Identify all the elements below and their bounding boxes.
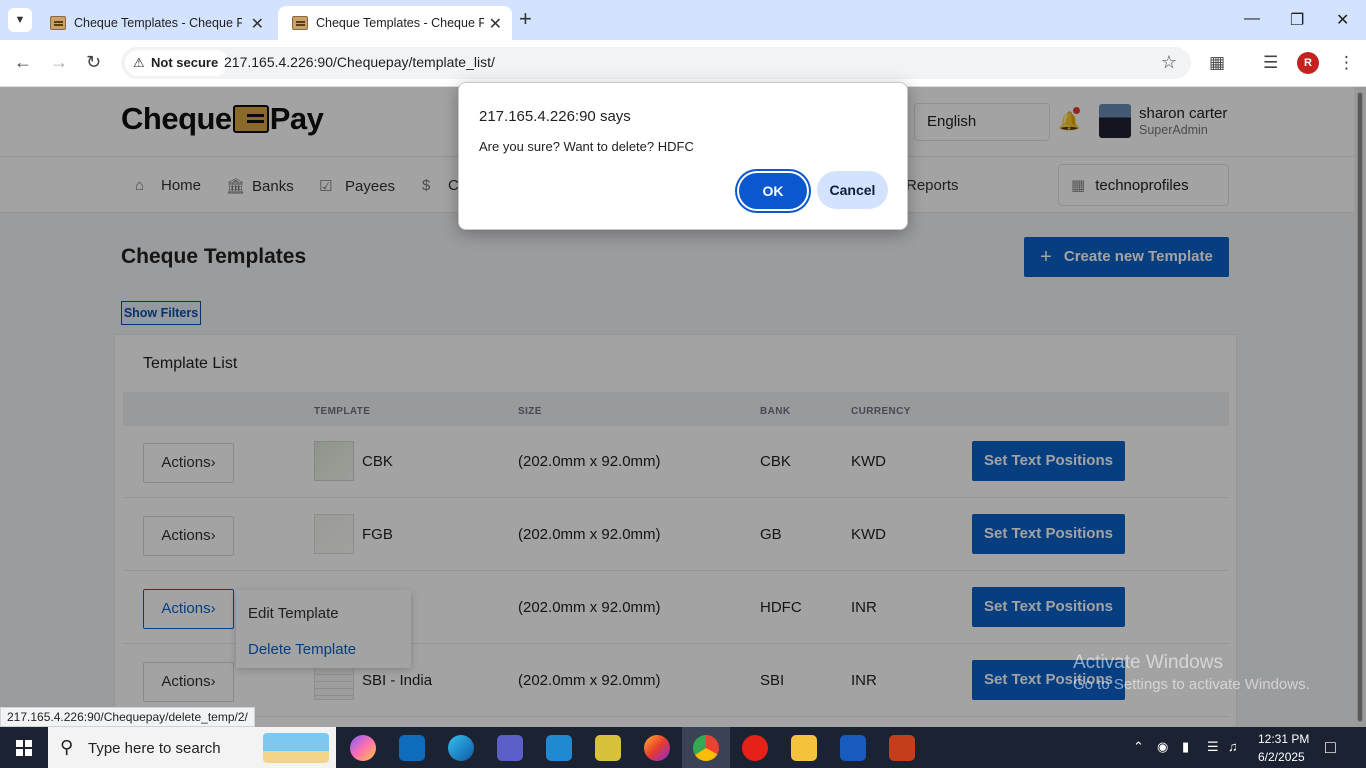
volume-icon[interactable]: ♫ bbox=[1228, 739, 1238, 754]
cancel-button[interactable]: Cancel bbox=[817, 171, 888, 209]
chrome-icon[interactable] bbox=[693, 735, 719, 761]
dialog-title: 217.165.4.226:90 says bbox=[479, 108, 631, 125]
search-highlight-image bbox=[263, 733, 329, 763]
site-security-chip[interactable]: ⚠ Not secure bbox=[125, 50, 229, 76]
new-tab-icon[interactable]: + bbox=[519, 8, 532, 30]
taskbar-time[interactable]: 12:31 PM bbox=[1258, 732, 1309, 746]
app-icon[interactable] bbox=[595, 735, 621, 761]
tab-search-button[interactable]: ▼ bbox=[8, 8, 32, 32]
windows-start-icon[interactable] bbox=[16, 740, 32, 756]
close-icon[interactable]: ✕ bbox=[251, 14, 264, 34]
tab-title: Cheque Templates - Cheque Pa bbox=[316, 16, 484, 30]
tab-title: Cheque Templates - Cheque Pa bbox=[74, 16, 242, 30]
taskbar-date[interactable]: 6/2/2025 bbox=[1258, 750, 1305, 764]
teams-icon[interactable] bbox=[497, 735, 523, 761]
firefox-icon[interactable] bbox=[644, 735, 670, 761]
minimize-icon[interactable]: — bbox=[1244, 10, 1260, 28]
window-close-icon[interactable]: ✕ bbox=[1336, 10, 1349, 30]
ok-button[interactable]: OK bbox=[737, 171, 809, 211]
address-bar[interactable]: ⚠ Not secure 217.165.4.226:90/Chequepay/… bbox=[121, 47, 1191, 79]
copilot-icon[interactable] bbox=[350, 735, 376, 761]
extensions-puzzle-icon[interactable]: ▦ bbox=[1209, 53, 1225, 73]
dialog-message: Are you sure? Want to delete? HDFC bbox=[479, 139, 694, 154]
warning-triangle-icon: ⚠ bbox=[133, 55, 145, 70]
word-icon[interactable] bbox=[840, 735, 866, 761]
media-control-icon[interactable]: ☰ bbox=[1263, 53, 1278, 73]
back-arrow-icon[interactable]: ← bbox=[14, 52, 32, 73]
youtube-icon[interactable] bbox=[742, 735, 768, 761]
battery-icon[interactable]: ▮ bbox=[1182, 739, 1189, 755]
cheque-favicon-icon bbox=[50, 16, 66, 30]
chevron-up-icon[interactable]: ⌃ bbox=[1133, 739, 1144, 755]
wifi-icon[interactable]: ☰ bbox=[1207, 739, 1219, 755]
powerpoint-icon[interactable] bbox=[889, 735, 915, 761]
close-icon[interactable]: ✕ bbox=[489, 14, 502, 34]
file-explorer-icon[interactable] bbox=[791, 735, 817, 761]
search-icon: ⚲ bbox=[60, 737, 74, 757]
confirm-dialog: 217.165.4.226:90 says Are you sure? Want… bbox=[458, 82, 908, 230]
reload-icon[interactable]: ↻ bbox=[86, 52, 101, 73]
browser-tab-2-active[interactable]: Cheque Templates - Cheque Pa ✕ bbox=[278, 6, 512, 40]
network-icon[interactable]: ◉ bbox=[1157, 739, 1168, 755]
profile-avatar[interactable]: R bbox=[1297, 52, 1319, 74]
status-bar-url: 217.165.4.226:90/Chequepay/delete_temp/2… bbox=[0, 707, 255, 727]
browser-toolbar: ← → ↻ ⚠ Not secure 217.165.4.226:90/Cheq… bbox=[0, 40, 1366, 87]
forward-arrow-icon[interactable]: → bbox=[50, 52, 68, 73]
url-text[interactable]: 217.165.4.226:90/Chequepay/template_list… bbox=[224, 54, 495, 70]
taskbar-search[interactable]: ⚲ Type here to search bbox=[48, 727, 336, 768]
activate-windows-subtitle: Go to Settings to activate Windows. bbox=[1073, 676, 1310, 693]
search-placeholder: Type here to search bbox=[88, 740, 221, 757]
activate-windows-title: Activate Windows bbox=[1073, 652, 1223, 673]
restore-icon[interactable]: ❐ bbox=[1290, 10, 1304, 30]
vscode-icon[interactable] bbox=[546, 735, 572, 761]
bookmark-star-icon[interactable]: ☆ bbox=[1161, 52, 1177, 73]
chevron-down-icon: ▼ bbox=[14, 14, 26, 26]
browser-tab-1[interactable]: Cheque Templates - Cheque Pa ✕ bbox=[36, 6, 274, 40]
browser-tab-bar: ▼ Cheque Templates - Cheque Pa ✕ Cheque … bbox=[0, 0, 1366, 40]
outlook-icon[interactable] bbox=[399, 735, 425, 761]
edge-icon[interactable] bbox=[448, 735, 474, 761]
windows-taskbar: ⚲ Type here to search ⌃ ◉ ▮ ☰ ♫ 12:31 PM… bbox=[0, 727, 1366, 768]
notifications-icon[interactable]: □ bbox=[1325, 737, 1336, 758]
cheque-favicon-icon bbox=[292, 16, 308, 30]
security-label: Not secure bbox=[151, 55, 219, 70]
kebab-menu-icon[interactable]: ⋮ bbox=[1338, 53, 1355, 73]
